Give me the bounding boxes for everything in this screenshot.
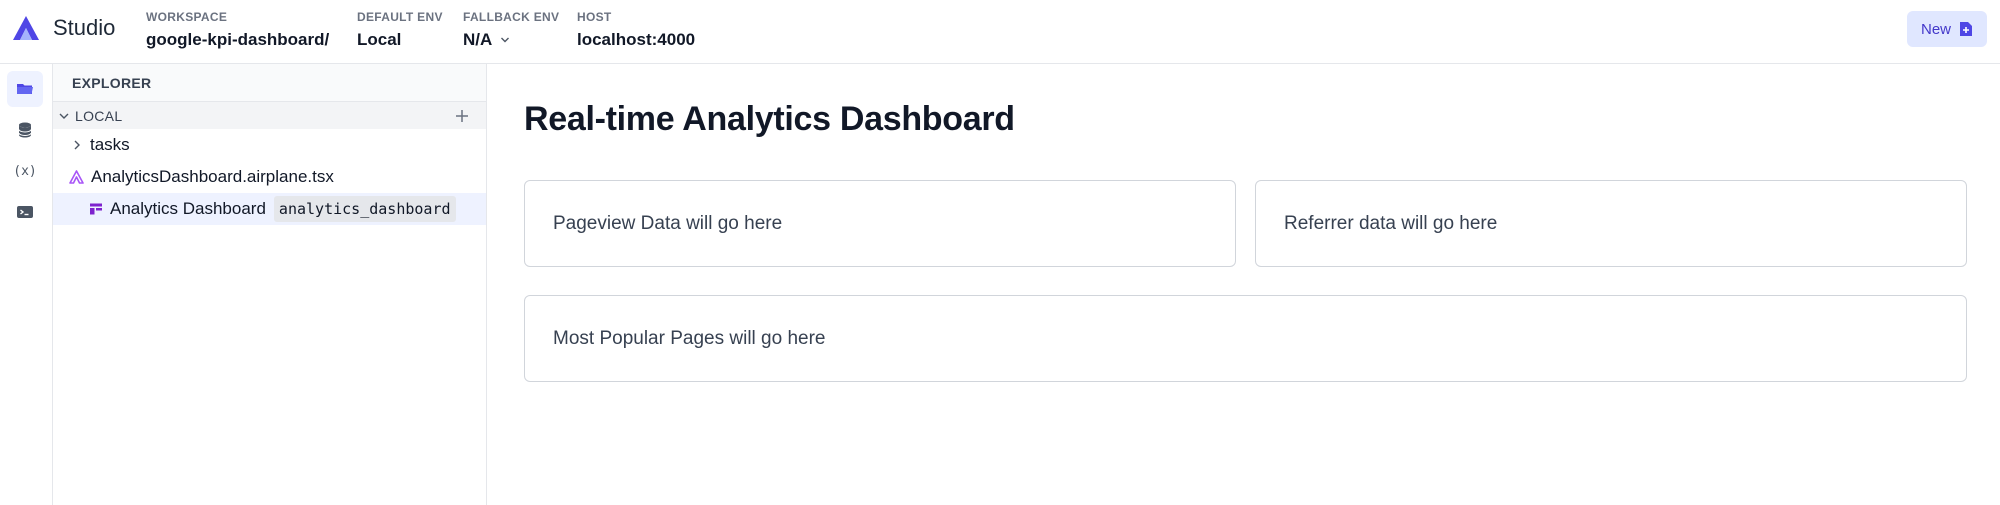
rail-terminal-button[interactable]: [7, 194, 43, 230]
local-section-header[interactable]: LOCAL: [53, 102, 486, 129]
view-icon: [90, 203, 102, 215]
new-button[interactable]: New: [1907, 11, 1987, 47]
tree-item-label: tasks: [90, 135, 130, 154]
explorer-panel: EXPLORER LOCAL tasks AnalyticsDashboard.…: [53, 64, 487, 505]
new-button-label: New: [1920, 20, 1951, 38]
rail-resources-button[interactable]: [7, 112, 43, 148]
workspace-value: google-kpi-dashboard/: [146, 30, 330, 49]
add-icon[interactable]: [454, 108, 470, 124]
tree-item-label: AnalyticsDashboard.airplane.tsx: [91, 167, 334, 186]
tree-item-file[interactable]: AnalyticsDashboard.airplane.tsx: [53, 161, 486, 193]
fallback-env-value: N/A: [463, 30, 493, 49]
default-env-label: DEFAULT ENV: [357, 10, 443, 24]
file-plus-icon: [1960, 22, 1972, 36]
terminal-icon: [17, 206, 33, 218]
fallback-env-select[interactable]: N/A: [463, 30, 559, 50]
explorer-title: EXPLORER: [53, 64, 486, 102]
fallback-env-label: FALLBACK ENV: [463, 10, 560, 24]
host-info: HOST localhost:4000: [577, 10, 695, 50]
top-bar: Studio WORKSPACE google-kpi-dashboard/ D…: [0, 0, 2000, 64]
pageview-card: Pageview Data will go here: [524, 180, 1236, 267]
tree-item-label: Analytics Dashboard: [110, 199, 266, 218]
database-icon: [18, 122, 32, 138]
chevron-down-icon: [501, 37, 510, 43]
referrer-card: Referrer data will go here: [1255, 180, 1967, 267]
tree-item-view[interactable]: Analytics Dashboard analytics_dashboard: [53, 193, 486, 225]
rail-variables-button[interactable]: (x): [7, 153, 43, 189]
airplane-logo-icon: [69, 170, 84, 184]
host-label: HOST: [577, 10, 612, 24]
default-env-value: Local: [357, 30, 402, 49]
activity-rail: (x): [0, 64, 53, 505]
page-title: Real-time Analytics Dashboard: [524, 100, 1015, 138]
chevron-right-icon: [74, 140, 80, 150]
local-section-label: LOCAL: [75, 107, 123, 124]
chevron-down-icon: [59, 113, 69, 119]
popular-pages-card: Most Popular Pages will go here: [524, 295, 1967, 382]
tree-item-tasks[interactable]: tasks: [53, 129, 486, 161]
fallback-env-info: FALLBACK ENV N/A: [463, 10, 559, 50]
studio-logo-icon: [13, 16, 39, 40]
app-title: Studio: [53, 15, 116, 40]
default-env-info: DEFAULT ENV Local: [357, 10, 443, 50]
folder-icon: [17, 84, 33, 94]
view-slug-badge: analytics_dashboard: [273, 196, 456, 222]
main-content: Real-time Analytics Dashboard Pageview D…: [487, 64, 2000, 505]
variables-icon: (x): [13, 163, 37, 179]
host-value: localhost:4000: [577, 30, 696, 49]
workspace-label: WORKSPACE: [146, 10, 228, 24]
rail-explorer-button[interactable]: [7, 71, 43, 107]
workspace-info: WORKSPACE google-kpi-dashboard/: [146, 10, 329, 50]
